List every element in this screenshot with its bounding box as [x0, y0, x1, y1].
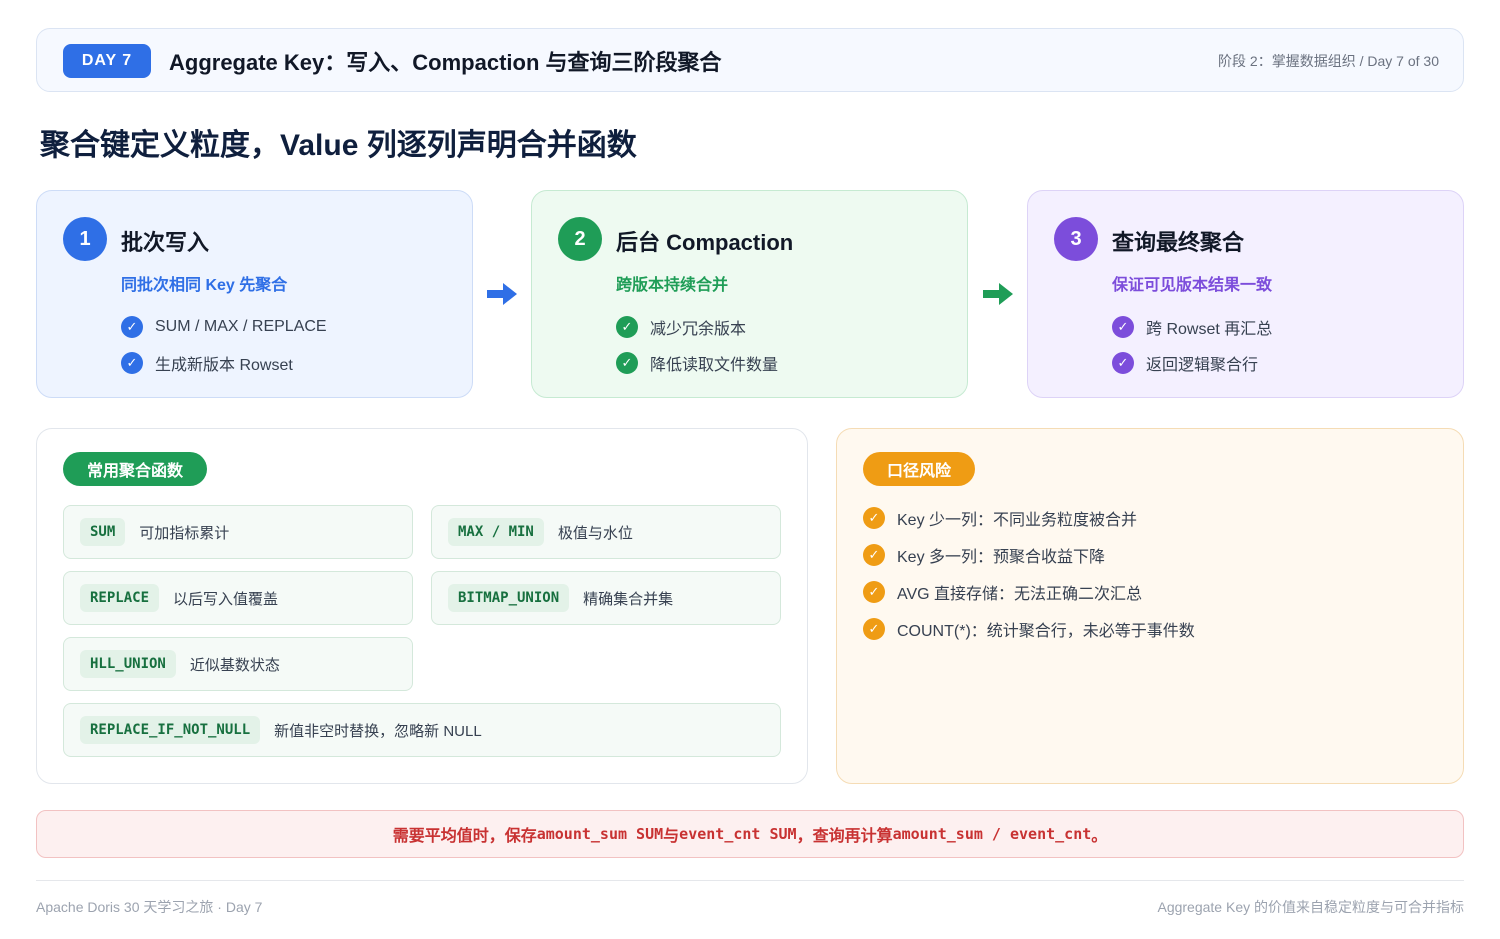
function-desc: 极值与水位 [557, 524, 633, 542]
stage-subtitle: 跨版本持续合并 [616, 277, 729, 294]
list-item-label: COUNT(*)：统计聚合行，未必等于事件数 [897, 622, 1195, 640]
stage-card-write: 1 批次写入 同批次相同 Key 先聚合 ✓ SUM / MAX / REPLAC… [36, 190, 473, 398]
section-label: 口径风险 [863, 452, 976, 486]
list-item: ✓ Key 多一列：预聚合收益下降 [863, 536, 1195, 573]
check-circle-icon: ✓ [863, 580, 885, 603]
header-title: Aggregate Key：写入、Compaction 与查询三阶段聚合 [169, 50, 722, 75]
function-code: MAX / MIN [448, 518, 544, 546]
function-desc: 新值非空时替换，忽略新 NULL [274, 722, 482, 740]
function-code: REPLACE [80, 584, 160, 612]
check-circle-icon: ✓ [1112, 352, 1134, 374]
list-item-label: AVG 直接存储：无法正确二次汇总 [897, 585, 1143, 603]
function-card-replace: REPLACE 以后写入值覆盖 [63, 571, 413, 625]
stage-title: 批次写入 [121, 230, 210, 255]
function-code: HLL_UNION [80, 650, 176, 678]
page-title: 聚合键定义粒度，Value 列逐列声明合并函数 [40, 129, 637, 162]
stage-card-query: 3 查询最终聚合 保证可见版本结果一致 ✓ 跨 Rowset 再汇总 ✓ 返回逻辑聚… [1027, 190, 1464, 398]
stage-subtitle: 同批次相同 Key 先聚合 [121, 277, 288, 294]
note-code: event_cnt SUM [679, 825, 797, 843]
stage-number: 3 [1054, 217, 1098, 261]
note-text: ，查询再计算 [796, 828, 893, 845]
stage-card-compaction: 2 后台 Compaction 跨版本持续合并 ✓ 减少冗余版本 ✓ 降低读取文件数… [531, 190, 968, 398]
arrow-right-icon [983, 283, 1013, 305]
check-circle-icon: ✓ [616, 316, 638, 338]
risk-list: ✓ Key 少一列：不同业务粒度被合并 ✓ Key 多一列：预聚合收益下降 ✓ AVG… [863, 499, 1195, 647]
list-item-label: 生成新版本 Rowset [155, 357, 293, 374]
header-bar: DAY 7 Aggregate Key：写入、Compaction 与查询三阶段… [36, 28, 1464, 92]
check-circle-icon: ✓ [863, 506, 885, 529]
function-desc: 近似基数状态 [189, 656, 280, 674]
stage-number: 1 [63, 217, 107, 261]
list-item-label: 减少冗余版本 [650, 321, 747, 338]
note-text: 。 [1091, 828, 1108, 845]
footer-right: Aggregate Key 的价值来自稳定粒度与可合并指标 [1157, 899, 1464, 915]
check-circle-icon: ✓ [121, 316, 143, 338]
list-item: ✓ 降低读取文件数量 [616, 345, 778, 381]
footer-left: Apache Doris 30 天学习之旅 · Day 7 [36, 899, 263, 915]
list-item: ✓ 返回逻辑聚合行 [1112, 345, 1272, 381]
function-code: SUM [80, 518, 126, 546]
section-label: 常用聚合函数 [63, 452, 208, 486]
function-code: REPLACE_IF_NOT_NULL [80, 716, 261, 744]
list-item: ✓ 跨 Rowset 再汇总 [1112, 309, 1272, 345]
function-code: BITMAP_UNION [448, 584, 570, 612]
function-card-bitmap-union: BITMAP_UNION 精确集合并集 [431, 571, 781, 625]
list-item: ✓ 生成新版本 Rowset [121, 345, 327, 381]
function-desc: 可加指标累计 [139, 524, 230, 542]
stage-subtitle: 保证可见版本结果一致 [1112, 277, 1273, 294]
stage-list: ✓ 减少冗余版本 ✓ 降低读取文件数量 [616, 309, 778, 381]
function-desc: 精确集合并集 [583, 590, 674, 608]
check-circle-icon: ✓ [863, 543, 885, 566]
list-item-label: Key 少一列：不同业务粒度被合并 [897, 511, 1138, 529]
function-card-sum: SUM 可加指标累计 [63, 505, 413, 559]
function-card-replace-if-not-null: REPLACE_IF_NOT_NULL 新值非空时替换，忽略新 NULL [63, 703, 781, 757]
arrow-right-icon [487, 283, 517, 305]
check-circle-icon: ✓ [616, 352, 638, 374]
note-bar: 需要平均值时，保存 amount_sum SUM 与 event_cnt SUM… [36, 810, 1464, 858]
list-item-label: 降低读取文件数量 [650, 357, 779, 374]
risk-panel: 口径风险 ✓ Key 少一列：不同业务粒度被合并 ✓ Key 多一列：预聚合收益下降… [836, 428, 1464, 784]
list-item: ✓ SUM / MAX / REPLACE [121, 309, 327, 345]
stage-title: 查询最终聚合 [1112, 230, 1245, 255]
stage-title: 后台 Compaction [616, 230, 794, 255]
footer-divider [36, 880, 1464, 881]
stage-list: ✓ SUM / MAX / REPLACE ✓ 生成新版本 Rowset [121, 309, 327, 381]
list-item: ✓ COUNT(*)：统计聚合行，未必等于事件数 [863, 610, 1195, 647]
note-code: amount_sum / event_cnt [892, 825, 1092, 843]
check-circle-icon: ✓ [121, 352, 143, 374]
list-item-label: 返回逻辑聚合行 [1146, 357, 1259, 374]
note-code: amount_sum SUM [536, 825, 664, 843]
stage-number: 2 [558, 217, 602, 261]
aggregate-functions-panel: 常用聚合函数 SUM 可加指标累计 MAX / MIN 极值与水位 REPLAC… [36, 428, 808, 784]
day-badge: DAY 7 [63, 44, 151, 78]
list-item-label: Key 多一列：预聚合收益下降 [897, 548, 1106, 566]
list-item: ✓ Key 少一列：不同业务粒度被合并 [863, 499, 1195, 536]
note-text: 需要平均值时，保存 [392, 828, 537, 845]
check-circle-icon: ✓ [1112, 316, 1134, 338]
list-item: ✓ AVG 直接存储：无法正确二次汇总 [863, 573, 1195, 610]
stage-list: ✓ 跨 Rowset 再汇总 ✓ 返回逻辑聚合行 [1112, 309, 1272, 381]
note-text: 与 [663, 828, 680, 845]
check-circle-icon: ✓ [863, 617, 885, 640]
function-card-hll-union: HLL_UNION 近似基数状态 [63, 637, 413, 691]
header-meta: 阶段 2：掌握数据组织 / Day 7 of 30 [1218, 53, 1439, 69]
function-desc: 以后写入值覆盖 [173, 590, 279, 608]
function-card-max-min: MAX / MIN 极值与水位 [431, 505, 781, 559]
list-item-label: 跨 Rowset 再汇总 [1146, 321, 1273, 338]
list-item: ✓ 减少冗余版本 [616, 309, 778, 345]
list-item-label: SUM / MAX / REPLACE [155, 318, 327, 335]
